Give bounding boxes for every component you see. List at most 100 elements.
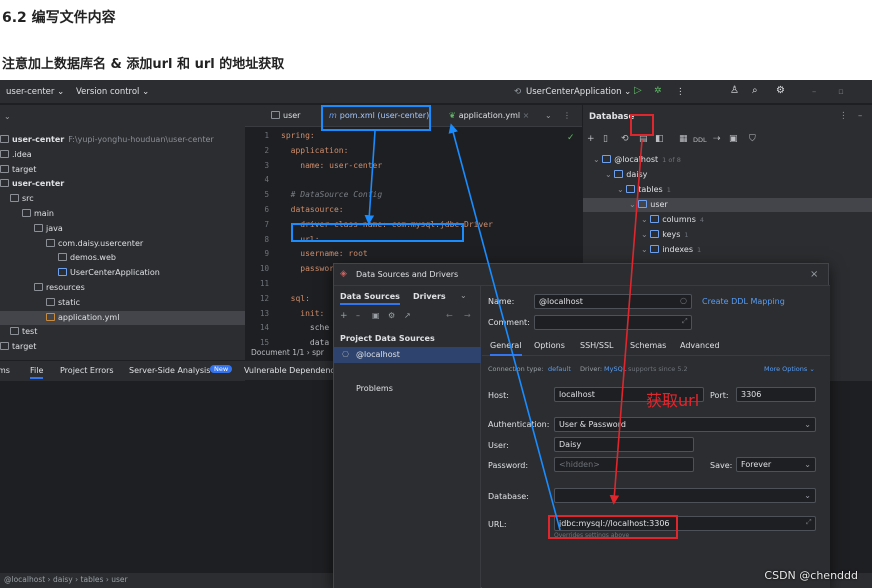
bottom-tab-server-side[interactable]: Server-Side Analysis xyxy=(129,366,210,375)
more-options-link[interactable]: More Options ⌄ xyxy=(764,365,815,373)
data-source-item[interactable]: ⎔ @localhost xyxy=(334,347,481,363)
code-line[interactable]: name: user-center xyxy=(281,161,382,170)
code-line[interactable]: username: root xyxy=(281,249,367,258)
user-field[interactable]: Daisy xyxy=(554,437,694,452)
gear-icon[interactable]: ⚙ xyxy=(776,85,785,96)
minimize-icon[interactable]: – xyxy=(812,87,816,97)
more-tabs-icon[interactable]: ⋮ xyxy=(563,111,571,120)
chevron-down-icon[interactable]: ⌄ xyxy=(460,291,467,300)
bottom-tab-file[interactable]: File xyxy=(30,366,44,379)
connection-type-link[interactable]: default xyxy=(548,365,571,373)
chevron-down-icon[interactable]: ⌄ xyxy=(4,112,11,121)
forward-icon[interactable]: → xyxy=(464,311,471,320)
tab-user[interactable]: user xyxy=(271,111,300,120)
search-icon[interactable]: ⌕ xyxy=(752,85,758,96)
chevron-down-icon[interactable]: ⌄ xyxy=(629,200,638,209)
auth-select[interactable]: User & Password ⌄ xyxy=(554,417,816,432)
code-line[interactable]: sche xyxy=(281,323,329,332)
chevron-down-icon[interactable]: ⌄ xyxy=(617,185,626,194)
project-selector[interactable]: user-center ⌄ xyxy=(6,87,64,97)
expand-icon[interactable]: ⤢ xyxy=(682,317,688,326)
code-line[interactable]: data xyxy=(281,338,329,347)
breadcrumb-item[interactable]: @localhost xyxy=(4,575,45,584)
ddl-button[interactable]: DDL xyxy=(693,136,707,144)
code-line[interactable]: sql: xyxy=(281,294,310,303)
bottom-tab-problems[interactable]: ms xyxy=(0,366,10,375)
tab-ssh-ssl[interactable]: SSH/SSL xyxy=(580,341,613,350)
tab-general[interactable]: General xyxy=(490,341,522,356)
tree-item[interactable]: test xyxy=(0,325,245,339)
tab-advanced[interactable]: Advanced xyxy=(680,341,720,350)
jump-icon[interactable]: ⇢ xyxy=(713,134,721,144)
chevron-down-icon[interactable]: ⌄ xyxy=(641,245,650,254)
db-tree-item[interactable]: ⌄ keys 1 xyxy=(583,228,872,242)
copy-icon[interactable]: ▯ xyxy=(603,134,608,144)
tree-item[interactable]: main xyxy=(0,207,245,221)
db-tree-item[interactable]: ⌄ columns 4 xyxy=(583,213,872,227)
breadcrumb-item[interactable]: user xyxy=(111,575,127,584)
comment-field[interactable] xyxy=(534,315,692,330)
expand-icon[interactable]: ⤢ xyxy=(806,518,812,527)
database-field[interactable]: ⌄ xyxy=(554,488,816,503)
port-field[interactable]: 3306 xyxy=(736,387,816,402)
tree-item[interactable]: user-center xyxy=(0,177,245,191)
code-line[interactable]: datasource: xyxy=(281,205,344,214)
code-line[interactable]: spring: xyxy=(281,131,315,140)
breadcrumb-item[interactable]: daisy xyxy=(53,575,73,584)
duplicate-icon[interactable]: ▣ xyxy=(372,311,380,320)
chevron-down-icon[interactable]: ⌄ xyxy=(593,155,602,164)
tab-options[interactable]: Options xyxy=(534,341,565,350)
debug-icon[interactable]: ✲ xyxy=(654,86,662,96)
filter-icon[interactable]: ⛉ xyxy=(749,134,756,144)
close-icon[interactable]: × xyxy=(810,269,818,280)
bottom-tab-vulnerable[interactable]: Vulnerable Dependencies xyxy=(244,366,346,375)
gear-icon[interactable]: ⚙ xyxy=(388,311,395,320)
table-view-icon[interactable]: ▦ xyxy=(679,134,688,144)
tree-item[interactable]: com.daisy.usercenter xyxy=(0,237,245,251)
breadcrumb-item[interactable]: spr xyxy=(312,348,324,357)
hide-icon[interactable]: – xyxy=(858,111,862,121)
run-config-selector[interactable]: UserCenterApplication ⌄ xyxy=(526,87,631,97)
tree-item[interactable]: src xyxy=(0,192,245,206)
code-line[interactable]: # DataSource Config xyxy=(281,190,383,199)
stop-icon[interactable]: ◧ xyxy=(655,134,664,144)
db-tree-item[interactable]: ⌄ user xyxy=(583,198,872,212)
breadcrumb-item[interactable]: tables xyxy=(81,575,104,584)
tab-drivers[interactable]: Drivers xyxy=(413,292,446,301)
remove-source-icon[interactable]: – xyxy=(356,311,360,320)
create-ddl-link[interactable]: Create DDL Mapping xyxy=(702,297,785,306)
password-field[interactable]: <hidden> xyxy=(554,457,694,472)
tree-item[interactable]: target xyxy=(0,340,245,354)
chevron-down-icon[interactable]: ⌄ xyxy=(605,170,614,179)
code-line[interactable]: init: xyxy=(281,309,324,318)
tab-data-sources[interactable]: Data Sources xyxy=(340,292,400,305)
tree-item[interactable]: target xyxy=(0,163,245,177)
export-icon[interactable]: ↗ xyxy=(404,311,411,320)
tab-application-yml[interactable]: ❦ application.yml × xyxy=(449,111,529,120)
tree-item[interactable]: UserCenterApplication xyxy=(0,266,245,280)
tab-schemas[interactable]: Schemas xyxy=(630,341,666,350)
tree-item[interactable]: application.yml xyxy=(0,310,245,325)
vcs-menu[interactable]: Version control ⌄ xyxy=(76,87,149,97)
name-field[interactable]: @localhost xyxy=(534,294,692,309)
db-tree-item[interactable]: ⌄ @localhost 1 of 8 xyxy=(583,153,872,167)
problems-item[interactable]: Problems xyxy=(356,384,393,393)
restore-icon[interactable]: ▫ xyxy=(838,87,844,97)
more-icon[interactable]: ⋮ xyxy=(676,87,685,97)
refresh-icon[interactable]: ⟲ xyxy=(621,134,629,144)
save-select[interactable]: Forever ⌄ xyxy=(736,457,816,472)
db-tree-item[interactable]: ⌄ indexes 1 xyxy=(583,243,872,257)
bottom-tab-project-errors[interactable]: Project Errors xyxy=(60,366,114,375)
tree-item[interactable]: user-center F:\yupi-yonghu-houduan\user-c… xyxy=(0,133,245,147)
add-icon[interactable]: + xyxy=(587,134,595,144)
code-line[interactable]: application: xyxy=(281,146,349,155)
console-icon[interactable]: ▣ xyxy=(729,134,738,144)
db-tree-item[interactable]: ⌄ tables 1 xyxy=(583,183,872,197)
driver-link[interactable]: MySQL xyxy=(604,365,626,373)
account-icon[interactable]: ♙ xyxy=(730,85,739,96)
add-source-icon[interactable]: + xyxy=(340,311,348,321)
tree-item[interactable]: demos.web xyxy=(0,251,245,265)
back-icon[interactable]: ← xyxy=(446,311,453,320)
run-icon[interactable]: ▷ xyxy=(634,85,642,96)
chevron-down-icon[interactable]: ⌄ xyxy=(641,230,650,239)
